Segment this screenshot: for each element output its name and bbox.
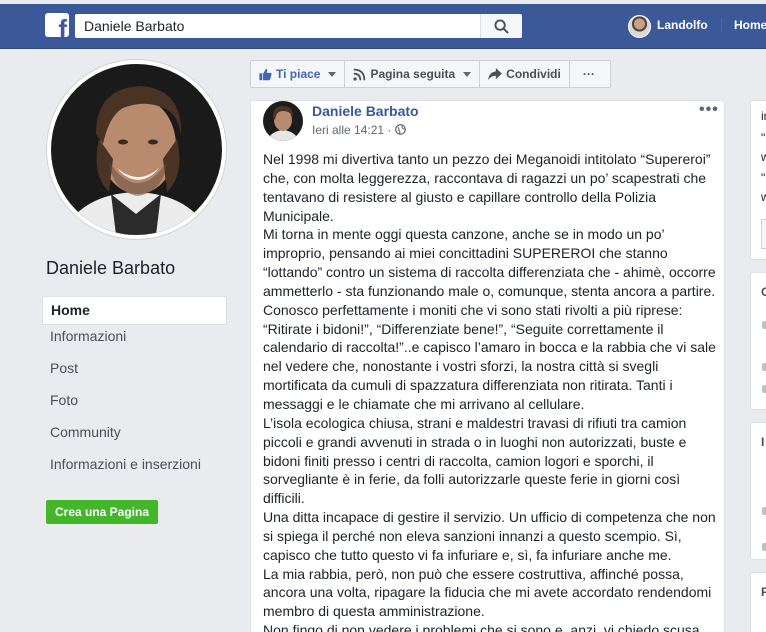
globe-icon	[395, 124, 406, 135]
share-label: Condividi	[506, 67, 561, 81]
page-navigation: Home Informazioni Post Foto Community In…	[42, 296, 227, 488]
right-card-text: ir	[761, 109, 766, 123]
thumb-icon	[762, 363, 766, 371]
right-card-heading: I	[761, 435, 765, 449]
top-navigation-bar: f Landolfo Home	[0, 0, 766, 49]
nav-item-post[interactable]: Post	[42, 360, 227, 392]
follow-page-button[interactable]: Pagina seguita	[345, 61, 481, 87]
create-page-button[interactable]: Crea una Pagina	[46, 500, 158, 524]
thumbs-up-icon	[259, 68, 272, 80]
post-paragraph: L’isola ecologica chiusa, strani e malde…	[263, 414, 687, 507]
share-arrow-icon	[488, 68, 503, 80]
right-card-community: C	[750, 272, 766, 410]
nav-item-community[interactable]: Community	[42, 424, 227, 456]
post-paragraph: La mia rabbia, però, non può che essere …	[263, 565, 712, 620]
post-paragraph: Non fingo di non vedere i problemi che s…	[263, 622, 700, 632]
post-author-link[interactable]: Daniele Barbato	[312, 103, 419, 119]
more-actions-button[interactable]: ···	[570, 61, 608, 87]
right-card-heading: C	[761, 285, 766, 299]
rss-icon	[762, 385, 766, 393]
post-paragraph: Una ditta incapace di gestire il servizi…	[263, 509, 716, 563]
home-link[interactable]: Home	[721, 18, 766, 32]
user-name-link[interactable]: Landolfo	[657, 18, 708, 32]
search-icon	[494, 19, 509, 34]
right-card-button[interactable]	[761, 219, 766, 249]
post-author-avatar[interactable]	[263, 101, 303, 141]
like-page-button[interactable]: Ti piace	[251, 61, 346, 87]
search-input[interactable]	[75, 14, 480, 38]
nav-item-home[interactable]: Home	[42, 296, 227, 325]
post-paragraph: Nel 1998 mi divertiva tanto un pezzo dei…	[263, 151, 711, 224]
post-card: Daniele Barbato Ieri alle 14:21 · ••• Ne…	[250, 100, 725, 632]
right-card-heading: P	[761, 585, 766, 599]
right-card-text: w	[761, 190, 766, 204]
follow-label: Pagina seguita	[370, 67, 456, 81]
page-title: Daniele Barbato	[46, 258, 176, 278]
nav-item-informazioni-inserzioni[interactable]: Informazioni e inserzioni	[42, 456, 227, 488]
post-paragraph: Mi torna in mente oggi questa canzone, a…	[263, 226, 716, 412]
right-card-text: "	[761, 171, 766, 185]
post-options-button[interactable]: •••	[699, 101, 719, 119]
chevron-down-icon	[463, 71, 472, 77]
right-card-text: w	[761, 150, 766, 164]
info-icon	[762, 507, 766, 515]
info-icon	[762, 543, 766, 551]
page-action-bar: Ti piace Pagina seguita Condividi ···	[250, 60, 611, 88]
people-icon	[762, 321, 766, 329]
post-text: Nel 1998 mi divertiva tanto un pezzo dei…	[263, 150, 718, 632]
right-card-about: ir " w " w	[750, 100, 766, 260]
right-card-text: "	[761, 131, 766, 145]
share-page-button[interactable]: Condividi	[480, 61, 570, 87]
top-strip	[0, 0, 766, 4]
user-avatar[interactable]	[628, 15, 651, 38]
search-button[interactable]	[480, 14, 522, 38]
nav-item-informazioni[interactable]: Informazioni	[42, 328, 227, 360]
facebook-logo-icon[interactable]: f	[45, 13, 69, 37]
more-icon: ···	[582, 67, 595, 81]
right-card-info: I	[750, 422, 766, 560]
like-label: Ti piace	[276, 67, 321, 81]
nav-item-foto[interactable]: Foto	[42, 392, 227, 424]
post-timestamp[interactable]: Ieri alle 14:21 ·	[312, 123, 391, 137]
rss-follow-icon	[353, 68, 366, 81]
chevron-down-icon	[328, 71, 337, 77]
profile-picture[interactable]	[47, 60, 226, 239]
right-card-pages: P	[750, 572, 766, 632]
